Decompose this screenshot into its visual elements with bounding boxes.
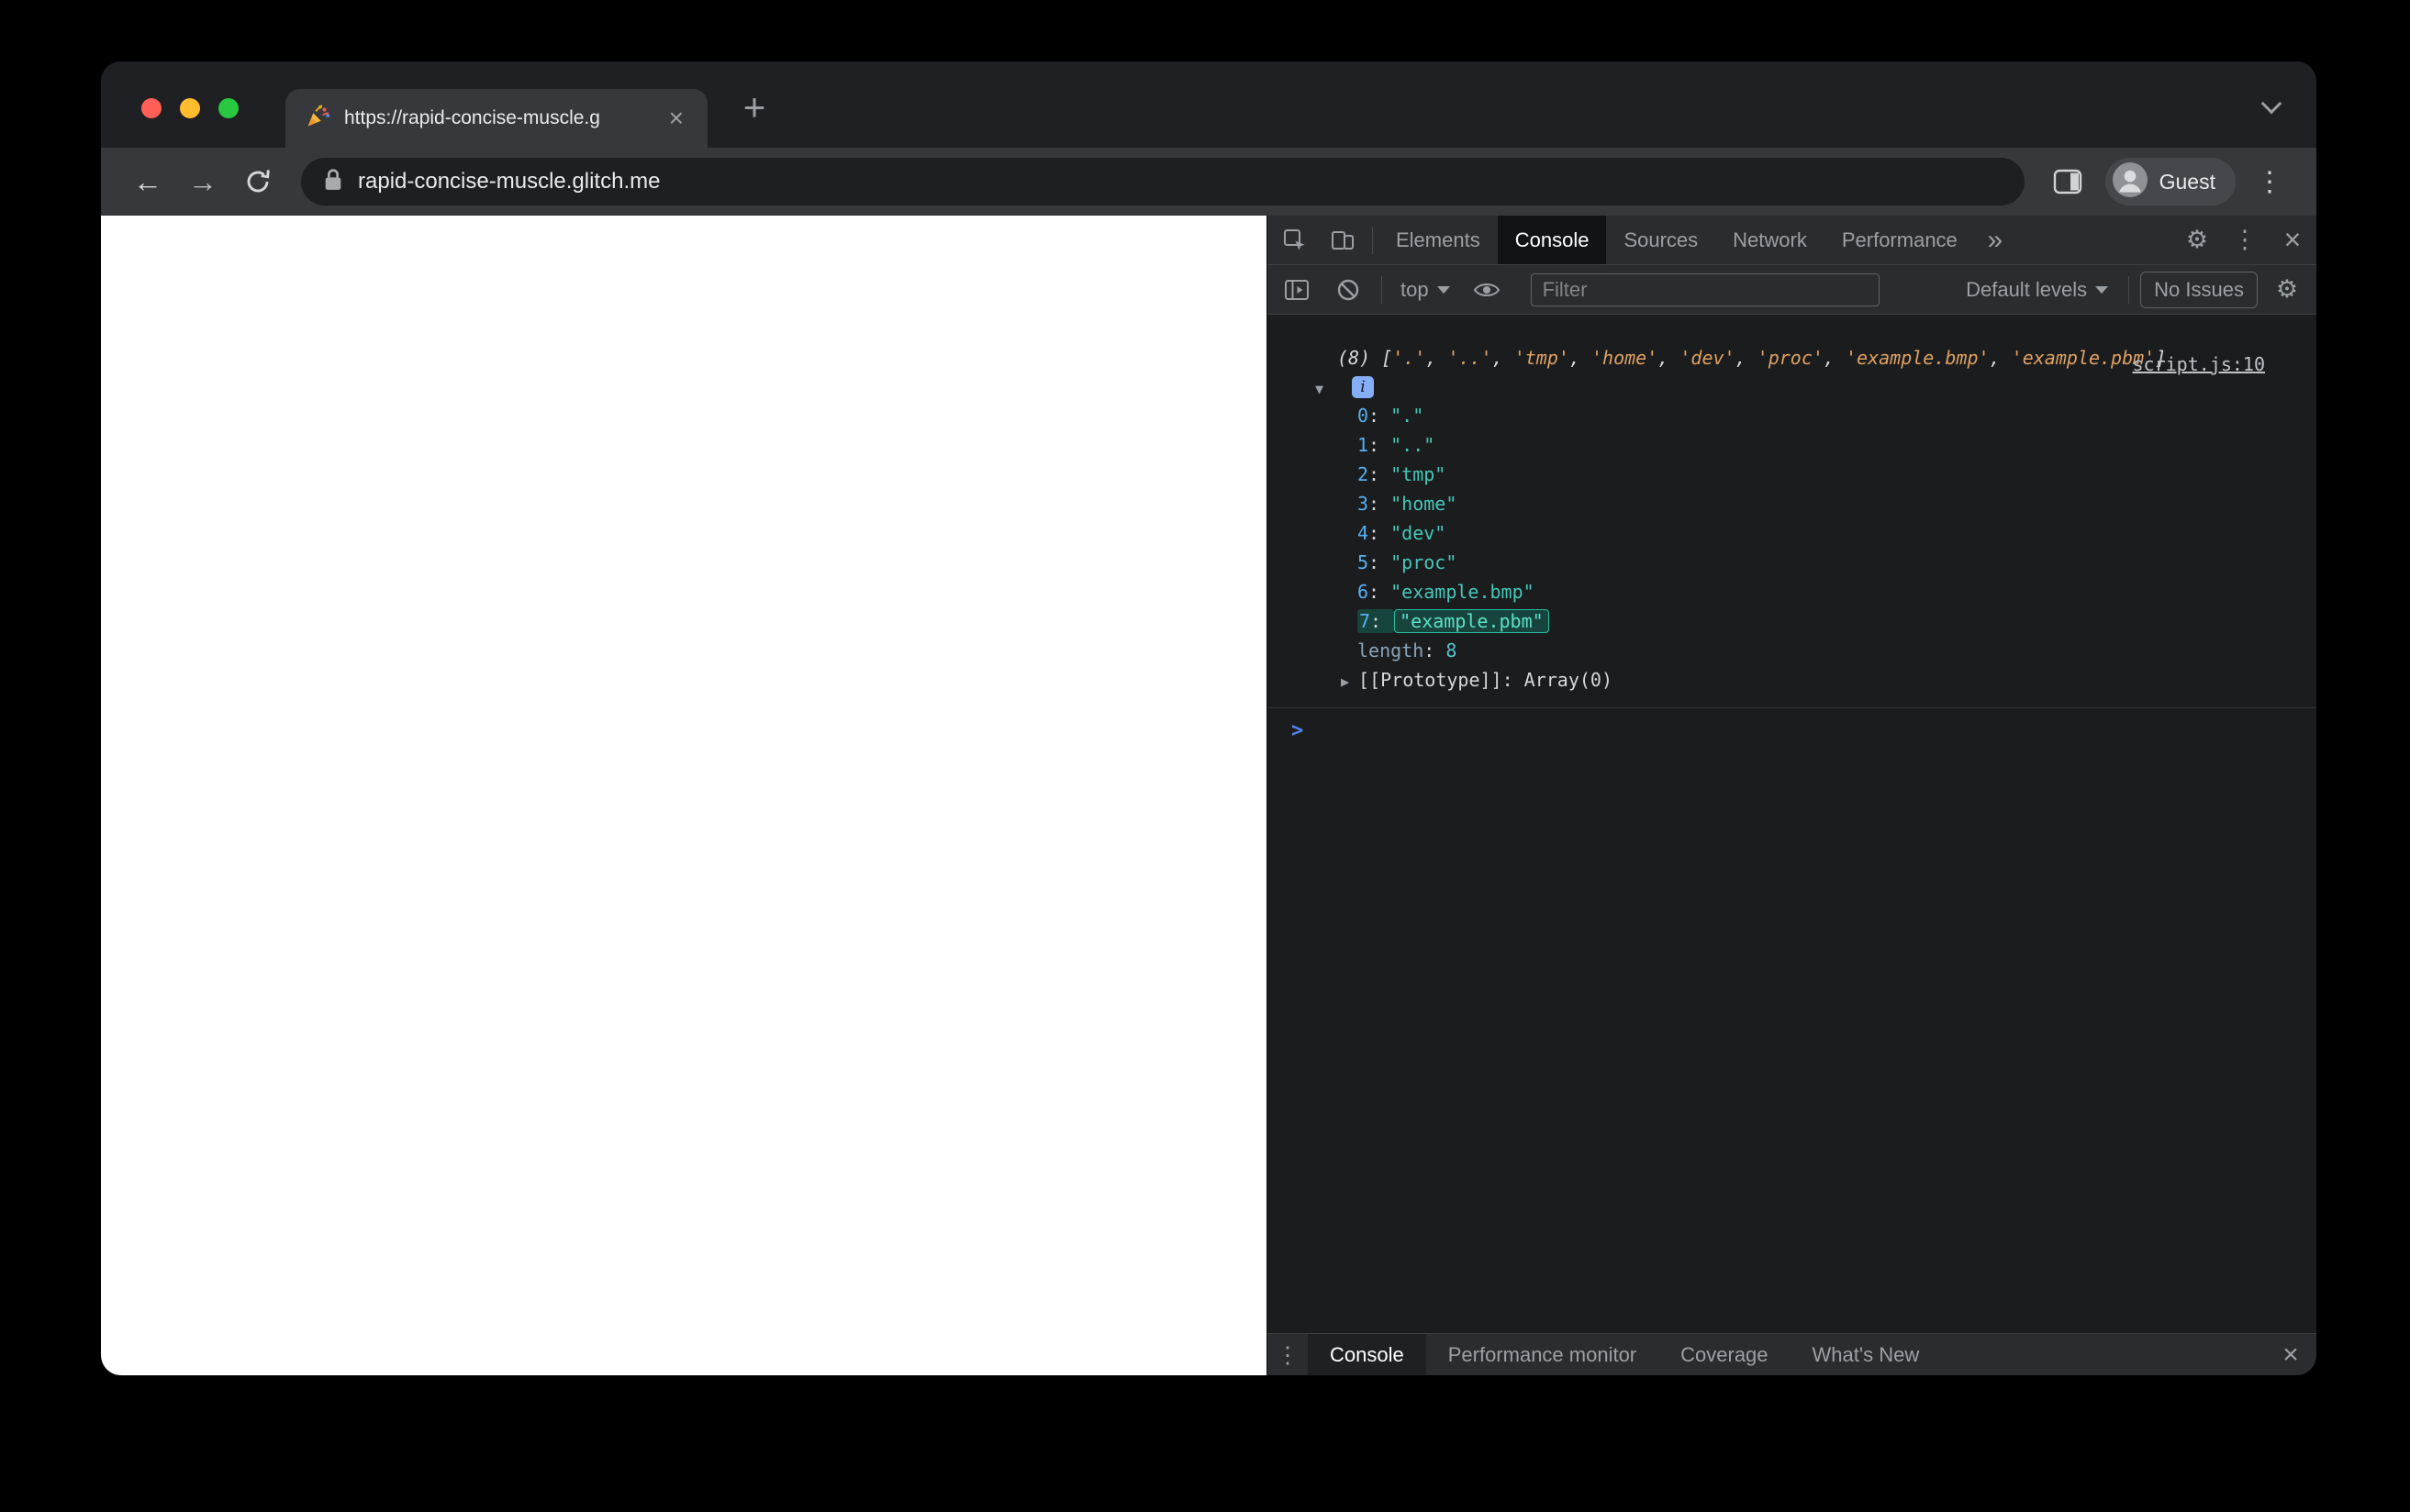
context-label: top — [1400, 277, 1429, 301]
drawer-tab-what-s-new[interactable]: What's New — [1791, 1334, 1942, 1375]
url-text: rapid-concise-muscle.glitch.me — [358, 169, 661, 194]
device-toolbar-icon[interactable] — [1319, 216, 1367, 264]
length-value: 8 — [1445, 639, 1457, 662]
info-badge-icon[interactable]: i — [1352, 376, 1374, 398]
array-entry-row: 6: "example.bmp" — [1357, 581, 1534, 603]
tree-expanded-icon[interactable]: ▼ — [1315, 381, 1323, 397]
console-message: script.js:10 ▼ (8) ['.', '..', 'tmp', 'h… — [1267, 344, 2316, 708]
back-button[interactable]: ← — [123, 157, 173, 206]
array-entry-row: 4: "dev" — [1357, 522, 1446, 544]
drawer-tab-console[interactable]: Console — [1308, 1334, 1426, 1375]
prompt-caret-icon: > — [1291, 719, 1304, 742]
prototype-label: [[Prototype]] — [1358, 669, 1524, 691]
drawer-tab-coverage[interactable]: Coverage — [1658, 1334, 1790, 1375]
array-entry-row: 5: "proc" — [1357, 551, 1457, 573]
length-label: length — [1357, 639, 1445, 662]
devtools-tab-console[interactable]: Console — [1497, 216, 1607, 264]
browser-tab[interactable]: https://rapid-concise-muscle.g × — [285, 89, 708, 148]
live-expression-eye-icon[interactable] — [1463, 280, 1511, 300]
console-toolbar: top Default levels No Issues ⚙ — [1267, 265, 2316, 315]
forward-button[interactable]: → — [178, 157, 228, 206]
profile-label: Guest — [2159, 169, 2215, 194]
devtools-panel: Elements Console Sources Network Performance… — [1266, 216, 2316, 1375]
tree-collapsed-icon[interactable]: ▶ — [1341, 673, 1349, 690]
devtools-tab-performance[interactable]: Performance — [1824, 216, 1975, 264]
javascript-context-selector[interactable]: top — [1391, 278, 1459, 302]
maximize-window-button[interactable] — [218, 98, 239, 118]
divider — [1372, 226, 1373, 254]
profile-button[interactable]: Guest — [2104, 158, 2236, 206]
page-content — [101, 216, 1266, 1375]
devtools-tabbar: Elements Console Sources Network Performance… — [1267, 216, 2316, 265]
drawer-close-icon[interactable]: × — [2265, 1334, 2316, 1375]
party-popper-favicon-icon — [304, 103, 331, 135]
console-output: script.js:10 ▼ (8) ['.', '..', 'tmp', 'h… — [1267, 315, 2316, 1333]
array-entry-row: 1: ".." — [1357, 434, 1435, 456]
console-prompt[interactable]: > — [1267, 708, 2316, 742]
console-sidebar-toggle-icon[interactable] — [1273, 279, 1321, 301]
divider — [2128, 275, 2130, 304]
array-entry-row: 0: "." — [1357, 405, 1424, 427]
lock-icon — [323, 167, 343, 196]
devtools-tab-elements[interactable]: Elements — [1378, 216, 1498, 264]
array-entry-row: 2: "tmp" — [1357, 463, 1446, 485]
drawer-menu-kebab-icon[interactable]: ⋮ — [1267, 1334, 1308, 1375]
tab-search-chevron-icon[interactable] — [2258, 93, 2285, 122]
devtools-tab-sources[interactable]: Sources — [1606, 216, 1715, 264]
side-panel-icon[interactable] — [2043, 157, 2092, 206]
array-length-row: length8 — [1337, 636, 2316, 665]
inspect-element-icon[interactable] — [1271, 216, 1319, 264]
divider — [1381, 275, 1382, 304]
reload-button[interactable] — [233, 157, 283, 206]
browser-menu-kebab-icon[interactable]: ⋮ — [2245, 166, 2294, 198]
minimize-window-button[interactable] — [180, 98, 200, 118]
devtools-close-icon[interactable]: × — [2269, 216, 2316, 264]
devtools-menu-kebab-icon[interactable]: ⋮ — [2221, 216, 2269, 264]
devtools-tabs: Elements Console Sources Network Performance — [1378, 216, 1975, 264]
console-array-entries: 0: "." 1: ".." 2: "tmp" 3: "home" 4: "dev" 5:… — [1337, 401, 2316, 636]
address-bar[interactable]: rapid-concise-muscle.glitch.me — [301, 158, 2025, 206]
levels-label: Default levels — [1966, 277, 2088, 301]
settings-gear-icon[interactable]: ⚙ — [2173, 216, 2221, 264]
tab-strip: https://rapid-concise-muscle.g × + — [101, 61, 2316, 148]
console-toolbar-right: Default levels No Issues ⚙ — [1957, 271, 2311, 308]
info-badge-line: i — [1337, 373, 2316, 401]
array-entry-row: 7: "example.pbm" — [1337, 606, 2316, 636]
window-controls — [141, 98, 239, 118]
browser-window: https://rapid-concise-muscle.g × + ← → r… — [101, 61, 2316, 1375]
chevron-down-icon — [2095, 285, 2109, 294]
log-levels-dropdown[interactable]: Default levels — [1957, 278, 2117, 302]
devtools-drawer: ⋮ Console Performance monitor Coverage What… — [1267, 1333, 2316, 1375]
avatar-icon — [2112, 161, 2148, 202]
prototype-value: Array(0) — [1523, 669, 1612, 691]
more-tabs-icon[interactable]: » — [1975, 216, 2015, 264]
tab-title: https://rapid-concise-muscle.g — [344, 107, 600, 128]
browser-toolbar: ← → rapid-concise-muscle.glitch.me Guest… — [101, 148, 2316, 216]
console-filter-input[interactable] — [1530, 272, 1880, 306]
array-entry-row: 3: "home" — [1357, 493, 1457, 515]
clear-console-icon[interactable] — [1324, 278, 1372, 302]
no-issues-button[interactable]: No Issues — [2140, 271, 2258, 308]
devtools-tab-network[interactable]: Network — [1715, 216, 1824, 264]
array-prototype-row[interactable]: ▶ [[Prototype]]Array(0) — [1337, 665, 2316, 696]
tab-close-icon[interactable]: × — [664, 104, 689, 133]
close-window-button[interactable] — [141, 98, 162, 118]
drawer-tabs: Console Performance monitor Coverage What's… — [1308, 1334, 1941, 1375]
console-settings-gear-icon[interactable]: ⚙ — [2263, 275, 2311, 304]
drawer-tab-performance-monitor[interactable]: Performance monitor — [1426, 1334, 1658, 1375]
chevron-down-icon — [1436, 285, 1450, 294]
console-source-link[interactable]: script.js:10 — [2133, 353, 2266, 375]
new-tab-button[interactable]: + — [732, 85, 776, 129]
